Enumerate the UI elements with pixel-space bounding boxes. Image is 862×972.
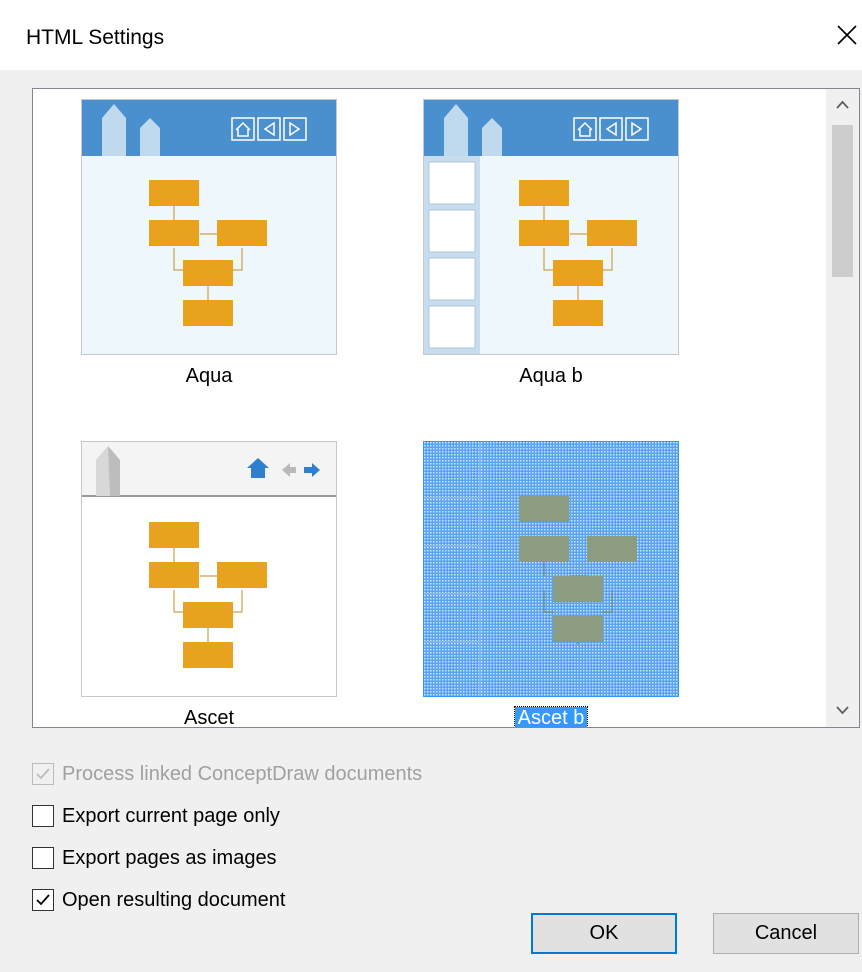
cancel-button[interactable]: Cancel <box>713 913 859 954</box>
scroll-up-icon[interactable] <box>826 89 859 122</box>
export-current-page-label: Export current page only <box>62 805 280 827</box>
template-thumbnail-ascet-b <box>423 441 679 697</box>
export-current-page-checkbox[interactable] <box>32 805 54 827</box>
export-pages-images-label: Export pages as images <box>62 847 277 869</box>
process-linked-checkbox[interactable] <box>32 763 54 785</box>
template-label: Ascet b <box>513 706 589 727</box>
window-title: HTML Settings <box>26 26 165 49</box>
open-resulting-checkbox[interactable] <box>32 889 54 911</box>
template-label: Aqua b <box>519 365 583 387</box>
template-thumbnail-ascet <box>81 441 337 697</box>
ok-button[interactable]: OK <box>531 913 677 954</box>
scroll-down-icon[interactable] <box>826 694 859 727</box>
template-label: Ascet <box>183 707 235 728</box>
process-linked-label: Process linked ConceptDraw documents <box>62 763 423 785</box>
template-thumbnail-aqua-b <box>423 99 679 355</box>
template-label: Aqua <box>185 365 233 387</box>
scrollbar-thumb[interactable] <box>832 125 853 277</box>
template-thumbnail-aqua <box>81 99 337 355</box>
vertical-scrollbar[interactable] <box>826 89 859 727</box>
open-resulting-label: Open resulting document <box>62 889 286 911</box>
close-icon[interactable] <box>832 20 862 50</box>
export-pages-images-checkbox[interactable] <box>32 847 54 869</box>
template-list[interactable]: Aqua Aqua b Ascet Ascet b <box>32 88 860 728</box>
title-bar: HTML Settings <box>0 0 862 70</box>
